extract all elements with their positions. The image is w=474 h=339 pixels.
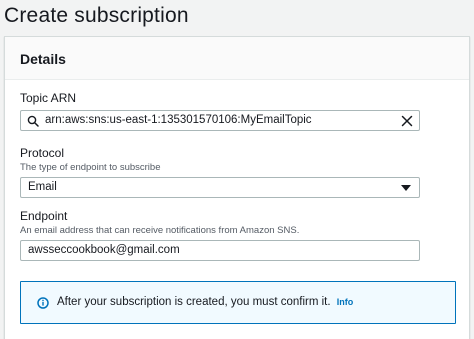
- endpoint-field: Endpoint An email address that can recei…: [20, 209, 420, 261]
- endpoint-input[interactable]: awsseccookbook@gmail.com: [20, 240, 420, 261]
- topic-arn-label: Topic ARN: [20, 91, 77, 105]
- details-header: Details: [5, 37, 469, 80]
- protocol-select[interactable]: Email: [20, 177, 420, 198]
- alert-message-line: After your subscription is created, you …: [57, 296, 353, 308]
- protocol-description: The type of endpoint to subscribe: [20, 162, 161, 173]
- topic-arn-input[interactable]: arn:aws:sns:us-east-1:135301570106:MyEma…: [20, 110, 420, 131]
- page-title: Create subscription: [4, 4, 189, 27]
- search-icon: [27, 115, 39, 127]
- protocol-field: Protocol The type of endpoint to subscri…: [20, 146, 420, 198]
- topic-arn-field: Topic ARN arn:aws:sns:us-east-1:13530157…: [20, 91, 420, 131]
- caret-down-icon: [401, 185, 411, 191]
- endpoint-value: awsseccookbook@gmail.com: [28, 244, 180, 256]
- topic-arn-value: arn:aws:sns:us-east-1:135301570106:MyEma…: [45, 114, 312, 126]
- confirmation-alert: After your subscription is created, you …: [20, 281, 456, 324]
- details-panel: Details Topic ARN arn:aws:sns:us-east-1:…: [4, 36, 470, 339]
- info-link[interactable]: Info: [337, 297, 354, 307]
- details-heading: Details: [20, 51, 66, 67]
- endpoint-description: An email address that can receive notifi…: [20, 225, 300, 236]
- alert-message: After your subscription is created, you …: [57, 296, 331, 308]
- clear-icon[interactable]: [401, 115, 413, 127]
- protocol-label: Protocol: [20, 146, 65, 160]
- endpoint-label: Endpoint: [20, 209, 68, 223]
- protocol-value: Email: [28, 181, 57, 193]
- info-icon: [37, 297, 49, 309]
